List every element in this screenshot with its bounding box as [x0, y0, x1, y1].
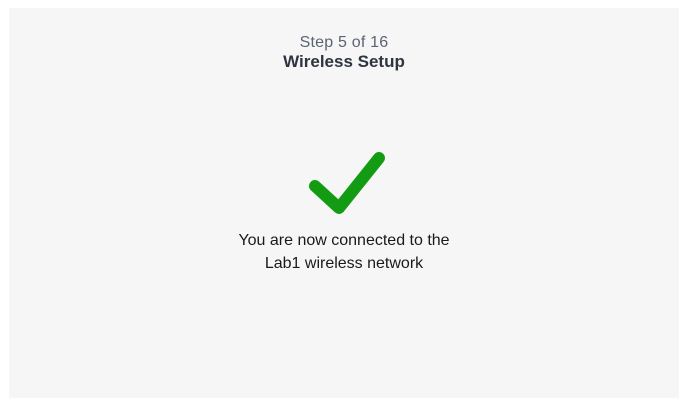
connection-message-line2: Lab1 wireless network	[264, 255, 424, 272]
checkmark-icon	[309, 152, 385, 214]
setup-header: Step 5 of 16 Wireless Setup	[9, 34, 679, 72]
step-indicator: Step 5 of 16	[299, 34, 389, 51]
page-title: Wireless Setup	[283, 52, 405, 71]
connection-message-line1: You are now connected to the	[238, 232, 450, 249]
setup-screen: Step 5 of 16 Wireless Setup You are now …	[9, 8, 679, 398]
connection-message: You are now connected to the Lab1 wirele…	[9, 229, 679, 275]
